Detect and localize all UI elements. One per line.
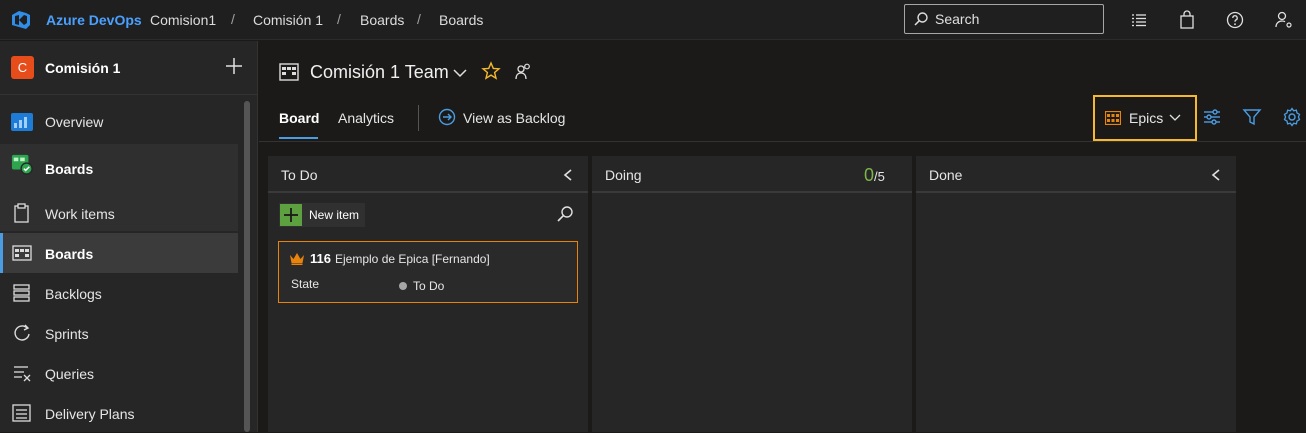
- column-title: Doing: [605, 167, 642, 183]
- work-item-title[interactable]: Ejemplo de Epica [Fernando]: [335, 252, 490, 266]
- column-header: Done: [916, 156, 1236, 193]
- project-name[interactable]: Comisión 1: [45, 60, 120, 76]
- favorite-star-icon[interactable]: [481, 61, 501, 81]
- project-header[interactable]: C Comisión 1: [0, 41, 258, 95]
- arrow-right-circle-icon[interactable]: [438, 108, 456, 126]
- help-icon[interactable]: [1225, 10, 1245, 30]
- sidebar-item-queries[interactable]: Queries: [0, 353, 238, 393]
- filter-icon[interactable]: [1242, 107, 1262, 127]
- breadcrumb-organization[interactable]: Comision1: [150, 12, 216, 28]
- sidebar-scrollbar[interactable]: [244, 101, 250, 432]
- team-board-icon: [279, 63, 299, 81]
- work-items-icon: [14, 203, 29, 223]
- sidebar-item-label: Work items: [45, 206, 115, 222]
- gear-icon[interactable]: [1282, 107, 1302, 127]
- top-bar: Azure DevOps Comision1 / Comisión 1 / Bo…: [0, 0, 1306, 40]
- search-input[interactable]: Search: [904, 4, 1104, 34]
- left-navigation: C Comisión 1 Overview Boards Work items: [0, 41, 258, 432]
- sidebar-item-label: Backlogs: [45, 286, 102, 302]
- epic-board-icon: [1105, 111, 1121, 125]
- breadcrumb-separator: /: [337, 11, 341, 27]
- sidebar-item-label: Boards: [45, 161, 94, 177]
- breadcrumb-separator: /: [417, 11, 421, 27]
- breadcrumb-project[interactable]: Comisión 1: [253, 12, 323, 28]
- board-column-todo: To Do New item 116 Ejemplo de Epica [Fer…: [268, 156, 588, 432]
- boards-hub-icon: [11, 154, 33, 175]
- state-field-value[interactable]: To Do: [413, 279, 444, 293]
- breadcrumb-boards-hub[interactable]: Boards: [360, 12, 404, 28]
- chevron-down-icon: [1169, 114, 1181, 121]
- column-title: Done: [929, 167, 963, 183]
- active-tab-indicator: [279, 137, 318, 139]
- work-item-id: 116: [310, 251, 331, 266]
- wip-limit-indicator: 0/5: [864, 165, 885, 186]
- tab-analytics[interactable]: Analytics: [338, 110, 394, 126]
- search-placeholder: Search: [935, 11, 980, 27]
- breadcrumb-boards-page[interactable]: Boards: [439, 12, 483, 28]
- breadcrumb-separator: /: [231, 11, 235, 27]
- wip-limit: /5: [874, 169, 885, 184]
- wip-current: 0: [864, 165, 875, 185]
- overview-icon: [11, 113, 33, 131]
- backlog-level-label: Epics: [1129, 110, 1164, 126]
- sidebar-item-boards[interactable]: Boards: [0, 233, 238, 273]
- boards-icon: [12, 245, 32, 261]
- search-icon[interactable]: [556, 205, 574, 223]
- project-avatar: C: [11, 56, 34, 79]
- delivery-plans-icon: [12, 404, 31, 422]
- backlogs-icon: [13, 284, 30, 302]
- chevron-down-icon[interactable]: [453, 67, 467, 79]
- sidebar-item-delivery-plans[interactable]: Delivery Plans: [0, 393, 238, 433]
- sidebar-item-sprints[interactable]: Sprints: [0, 313, 238, 353]
- main-content: Comisión 1 Team Board Analytics View as …: [259, 41, 1306, 432]
- column-header: Doing 0/5: [592, 156, 912, 193]
- search-icon: [914, 12, 928, 26]
- sidebar-item-label: Boards: [45, 246, 94, 262]
- sidebar-item-work-items[interactable]: Work items: [0, 193, 238, 233]
- sidebar-item-label: Queries: [45, 366, 95, 382]
- header-divider: [259, 141, 1306, 142]
- backlog-level-selector[interactable]: Epics: [1093, 95, 1197, 141]
- board-column-doing: Doing 0/5: [592, 156, 912, 432]
- collapse-column-icon[interactable]: [562, 168, 574, 182]
- collapse-column-icon[interactable]: [1210, 168, 1222, 182]
- epic-crown-icon: [290, 253, 304, 265]
- marketplace-bag-icon[interactable]: [1177, 10, 1197, 30]
- sidebar-item-overview[interactable]: Overview: [0, 101, 238, 141]
- sidebar-item-label: Overview: [45, 114, 104, 130]
- board-column-done: Done: [916, 156, 1236, 432]
- azure-devops-logo-icon[interactable]: [10, 9, 32, 31]
- sidebar-item-label: Sprints: [45, 326, 89, 342]
- user-settings-icon[interactable]: [1274, 10, 1294, 30]
- column-title: To Do: [281, 167, 318, 183]
- state-field-label: State: [291, 277, 320, 291]
- sidebar-item-label: Delivery Plans: [45, 406, 135, 422]
- list-settings-icon[interactable]: [1129, 10, 1149, 30]
- view-as-backlog-link[interactable]: View as Backlog: [463, 110, 565, 126]
- tab-board[interactable]: Board: [279, 110, 319, 126]
- brand-link[interactable]: Azure DevOps: [46, 12, 142, 28]
- column-header: To Do: [268, 156, 588, 193]
- settings-sliders-icon[interactable]: [1202, 107, 1222, 127]
- team-members-icon[interactable]: [514, 62, 532, 80]
- work-item-card[interactable]: 116 Ejemplo de Epica [Fernando] State To…: [278, 241, 578, 303]
- new-item-button[interactable]: New item: [279, 203, 365, 227]
- state-indicator-dot: [399, 282, 407, 290]
- toolbar-divider: [418, 105, 419, 131]
- team-selector-title[interactable]: Comisión 1 Team: [310, 62, 449, 83]
- sidebar-item-backlogs[interactable]: Backlogs: [0, 273, 238, 313]
- add-icon[interactable]: [224, 56, 244, 76]
- plus-icon: [280, 204, 302, 226]
- queries-icon: [14, 366, 31, 382]
- new-item-label: New item: [309, 208, 360, 222]
- sprints-icon: [14, 324, 30, 341]
